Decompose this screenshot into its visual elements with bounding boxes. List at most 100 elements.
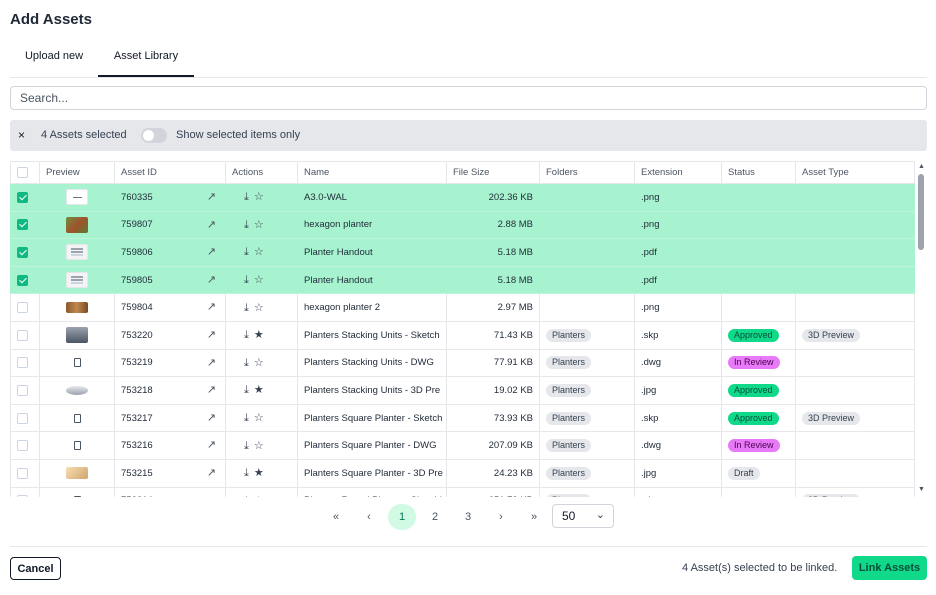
- download-icon[interactable]: ⤓: [244, 412, 249, 424]
- table-row[interactable]: 759804 ↗ ⤓ ☆ hexagon planter 2 2.97 MB .png: [10, 293, 915, 322]
- tab-upload-new[interactable]: Upload new: [10, 44, 98, 77]
- open-external-icon[interactable]: ↗: [207, 494, 216, 497]
- download-icon[interactable]: ⤓: [244, 329, 249, 341]
- star-filled-icon[interactable]: ★: [254, 467, 264, 479]
- prev-page-button[interactable]: ‹: [355, 504, 383, 530]
- download-icon[interactable]: ⤓: [244, 274, 249, 286]
- asset-type-badge: 3D Preview: [802, 328, 861, 342]
- selection-bar: × 4 Assets selected Show selected items …: [10, 120, 927, 151]
- col-header-name[interactable]: Name: [297, 161, 447, 184]
- show-selected-toggle[interactable]: [141, 128, 167, 143]
- star-filled-icon[interactable]: ★: [254, 329, 264, 341]
- download-icon[interactable]: ⤓: [244, 467, 249, 479]
- next-page-button[interactable]: ›: [487, 504, 515, 530]
- star-icon[interactable]: ☆: [254, 274, 264, 286]
- col-header-folders[interactable]: Folders: [539, 161, 635, 184]
- first-page-button[interactable]: «: [322, 504, 350, 530]
- last-page-button[interactable]: »: [520, 504, 548, 530]
- table-row[interactable]: 753215 ↗ ⤓ ★ Planters Square Planter - 3D Pr…: [10, 459, 915, 488]
- tab-asset-library[interactable]: Asset Library: [98, 44, 194, 77]
- page-1-button[interactable]: 1: [388, 504, 416, 530]
- row-checkbox[interactable]: [17, 329, 28, 341]
- open-external-icon[interactable]: ↗: [207, 218, 216, 231]
- open-external-icon[interactable]: ↗: [207, 273, 216, 286]
- row-checkbox[interactable]: [17, 219, 28, 231]
- download-icon[interactable]: ⤓: [244, 440, 249, 452]
- actions-cell: ⤓☆: [225, 431, 298, 460]
- star-icon[interactable]: ☆: [254, 440, 264, 452]
- open-external-icon[interactable]: ↗: [207, 438, 216, 451]
- download-icon[interactable]: ⤓: [244, 246, 249, 258]
- col-header-actions[interactable]: Actions: [225, 161, 298, 184]
- open-external-icon[interactable]: ↗: [207, 328, 216, 341]
- open-external-icon[interactable]: ↗: [207, 356, 216, 369]
- folders-cell: Planters: [539, 349, 635, 378]
- open-external-icon[interactable]: ↗: [207, 411, 216, 424]
- row-checkbox[interactable]: [17, 302, 28, 314]
- col-header-file-size[interactable]: File Size: [446, 161, 540, 184]
- download-icon[interactable]: ⤓: [244, 495, 249, 497]
- star-icon[interactable]: ☆: [254, 412, 264, 424]
- open-external-icon[interactable]: ↗: [207, 190, 216, 203]
- col-header-asset-type[interactable]: Asset Type: [795, 161, 915, 184]
- row-checkbox[interactable]: [17, 384, 28, 396]
- name-cell: hexagon planter 2: [297, 293, 447, 322]
- table-scrollbar[interactable]: ▲ ▼: [916, 161, 927, 497]
- row-checkbox[interactable]: [17, 412, 28, 424]
- star-icon[interactable]: ☆: [254, 495, 264, 497]
- table-row[interactable]: 753220 ↗ ⤓ ★ Planters Stacking Units - Sketc…: [10, 321, 915, 350]
- open-external-icon[interactable]: ↗: [207, 466, 216, 479]
- star-icon[interactable]: ☆: [254, 357, 264, 369]
- star-icon[interactable]: ☆: [254, 302, 264, 314]
- table-row[interactable]: 759806 ↗ ⤓ ☆ Planter Handout 5.18 MB .pdf: [10, 238, 915, 267]
- file-icon: [73, 413, 81, 423]
- row-checkbox[interactable]: [17, 246, 28, 258]
- asset-type-badge: 3D Preview: [802, 411, 861, 425]
- star-icon[interactable]: ☆: [254, 246, 264, 258]
- search-input[interactable]: [10, 86, 927, 110]
- table-row[interactable]: 753218 ↗ ⤓ ★ Planters Stacking Units - 3D Pr…: [10, 376, 915, 405]
- star-icon[interactable]: ☆: [254, 219, 264, 231]
- scroll-up-icon[interactable]: ▲: [918, 163, 925, 170]
- table-row[interactable]: 759807 ↗ ⤓ ☆ hexagon planter 2.88 MB .png: [10, 211, 915, 240]
- table-row[interactable]: 759805 ↗ ⤓ ☆ Planter Handout 5.18 MB .pdf: [10, 266, 915, 295]
- actions-cell: ⤓☆: [225, 266, 298, 295]
- row-checkbox[interactable]: [17, 274, 28, 286]
- col-header-preview[interactable]: Preview: [39, 161, 115, 184]
- download-icon[interactable]: ⤓: [244, 302, 249, 314]
- open-external-icon[interactable]: ↗: [207, 300, 216, 313]
- table-row[interactable]: 753219 ↗ ⤓ ☆ Planters Stacking Units - DWG 77…: [10, 349, 915, 378]
- scrollbar-thumb[interactable]: [918, 174, 924, 250]
- table-row[interactable]: 760335 ↗ ⤓ ☆ A3.0-WAL 202.36 KB .png: [10, 183, 915, 212]
- row-checkbox[interactable]: [17, 495, 28, 497]
- col-header-asset-id[interactable]: Asset ID: [114, 161, 226, 184]
- download-icon[interactable]: ⤓: [244, 219, 249, 231]
- table-row[interactable]: 753217 ↗ ⤓ ☆ Planters Square Planter - Sketc…: [10, 404, 915, 433]
- cancel-button[interactable]: Cancel: [10, 557, 61, 580]
- row-checkbox[interactable]: [17, 440, 28, 452]
- select-all-cell: [10, 161, 40, 184]
- scroll-down-icon[interactable]: ▼: [918, 486, 925, 493]
- table-row[interactable]: 753214↗⤓☆Planters Round Planter - Sketch…: [10, 487, 915, 497]
- file-size-cell: 5.18 MB: [446, 238, 540, 267]
- row-checkbox[interactable]: [17, 467, 28, 479]
- col-header-status[interactable]: Status: [721, 161, 796, 184]
- per-page-select[interactable]: 50 ⌄: [552, 504, 614, 528]
- download-icon[interactable]: ⤓: [244, 357, 249, 369]
- select-all-checkbox[interactable]: [17, 166, 28, 178]
- star-filled-icon[interactable]: ★: [254, 384, 264, 396]
- page-3-button[interactable]: 3: [454, 504, 482, 530]
- row-checkbox[interactable]: [17, 191, 28, 203]
- download-icon[interactable]: ⤓: [244, 191, 249, 203]
- page-2-button[interactable]: 2: [421, 504, 449, 530]
- table-row[interactable]: 753216 ↗ ⤓ ☆ Planters Square Planter - DWG 20…: [10, 431, 915, 460]
- open-external-icon[interactable]: ↗: [207, 245, 216, 258]
- open-external-icon[interactable]: ↗: [207, 383, 216, 396]
- star-icon[interactable]: ☆: [254, 191, 264, 203]
- extension-cell: .skp: [634, 321, 722, 350]
- clear-selection-icon[interactable]: ×: [18, 128, 25, 142]
- link-assets-button[interactable]: Link Assets: [852, 556, 927, 580]
- col-header-extension[interactable]: Extension: [634, 161, 722, 184]
- download-icon[interactable]: ⤓: [244, 384, 249, 396]
- row-checkbox[interactable]: [17, 357, 28, 369]
